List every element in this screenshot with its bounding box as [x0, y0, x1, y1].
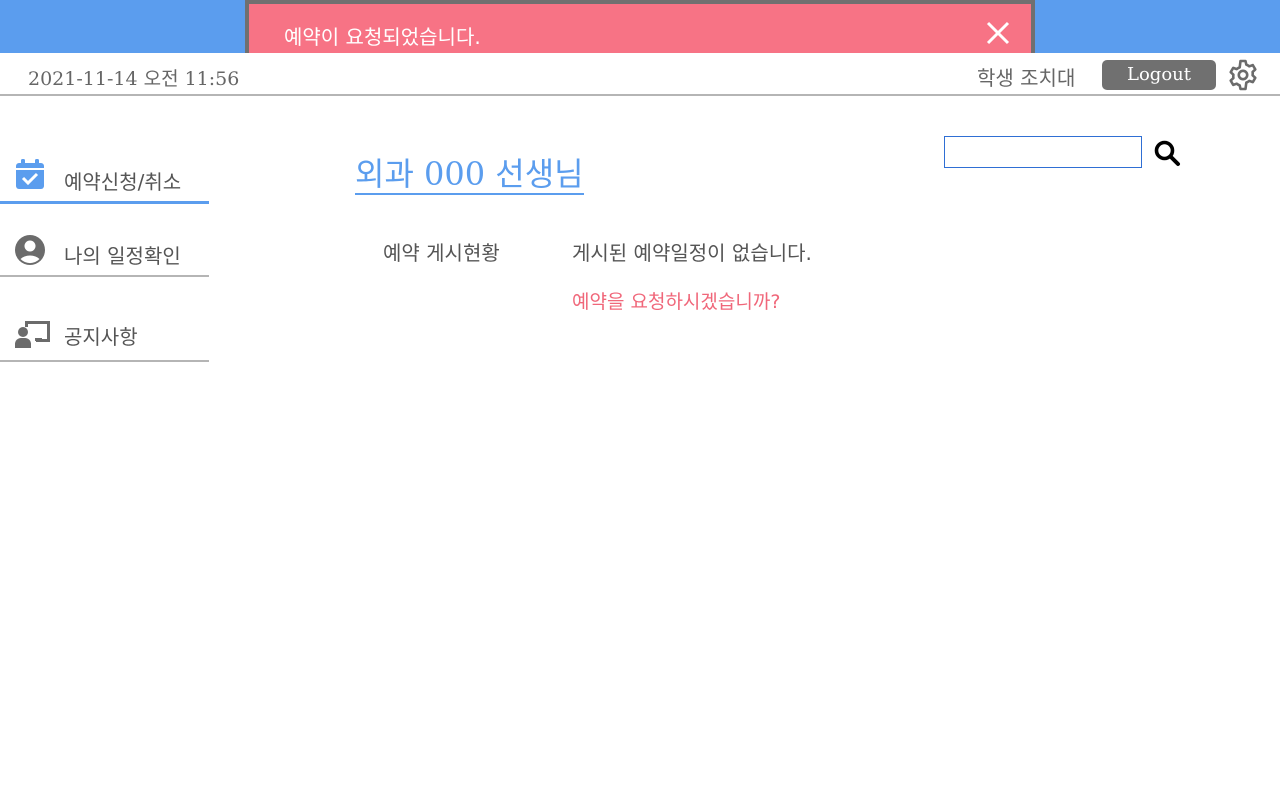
- sidebar-item-reservation[interactable]: 예약신청/취소: [0, 155, 209, 205]
- search-icon[interactable]: [1153, 139, 1181, 167]
- sub-header: 2021-11-14 오전 11:56 학생 조치대 Logout: [0, 53, 1280, 96]
- user-name: 학생 조치대: [977, 66, 1076, 90]
- logout-button[interactable]: Logout: [1102, 60, 1216, 90]
- toast-message: 예약이 요청되었습니다.: [284, 25, 481, 49]
- current-datetime: 2021-11-14 오전 11:56: [28, 68, 240, 90]
- empty-schedule-message: 게시된 예약일정이 없습니다.: [572, 241, 812, 265]
- reservation-status-label: 예약 게시현황: [383, 241, 500, 265]
- sidebar-item-my-schedule[interactable]: 나의 일정확인: [0, 230, 209, 280]
- close-icon[interactable]: [985, 20, 1011, 46]
- active-indicator: [0, 201, 209, 204]
- request-reservation-link[interactable]: 예약을 요청하시겠습니까?: [572, 287, 780, 314]
- calendar-check-icon: [16, 159, 44, 189]
- page-title: 외과 000 선생님: [355, 155, 584, 195]
- sidebar-item-label: 예약신청/취소: [64, 170, 182, 194]
- divider: [0, 275, 209, 277]
- sidebar-item-label: 공지사항: [64, 325, 138, 349]
- sidebar-item-label: 나의 일정확인: [64, 244, 181, 268]
- divider: [0, 360, 209, 362]
- chalkboard-teacher-icon: [15, 321, 50, 348]
- sidebar-item-notice[interactable]: 공지사항: [0, 310, 209, 364]
- gear-icon[interactable]: [1227, 59, 1259, 91]
- search-input[interactable]: [944, 136, 1142, 168]
- user-circle-icon: [15, 235, 45, 265]
